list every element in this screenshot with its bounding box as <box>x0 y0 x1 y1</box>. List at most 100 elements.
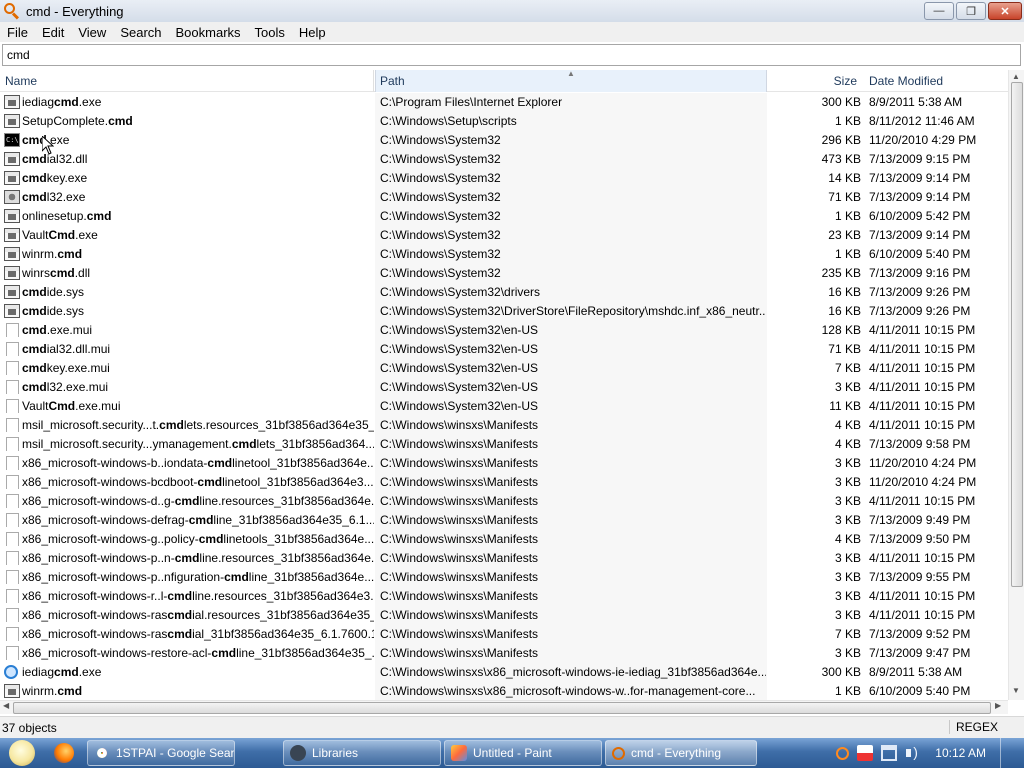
table-row[interactable]: onlinesetup.cmd C:\Windows\System32 1 KB 6/… <box>0 207 1008 226</box>
task-paint[interactable]: Untitled - Paint <box>444 740 602 766</box>
file-size: 14 KB <box>828 171 861 185</box>
table-row[interactable]: cmdkey.exe.mui C:\Windows\System32\en-US 7… <box>0 359 1008 378</box>
table-row[interactable]: msil_microsoft.security...t.cmdlets.reso… <box>0 416 1008 435</box>
start-button[interactable] <box>0 738 44 768</box>
menu-file[interactable]: File <box>0 25 35 40</box>
name-suffix: ial32.dll.mui <box>46 342 111 356</box>
file-size: 3 KB <box>834 494 861 508</box>
volume-icon[interactable] <box>905 744 921 761</box>
table-row[interactable]: iediagcmd.exe C:\Windows\winsxs\x86_micro… <box>0 663 1008 682</box>
table-row[interactable]: x86_microsoft-windows-bcdboot-cmdlinetoo… <box>0 473 1008 492</box>
minimize-button[interactable]: — <box>924 2 954 20</box>
table-row[interactable]: VaultCmd.exe.mui C:\Windows\System32\en-U… <box>0 397 1008 416</box>
table-row[interactable]: winrscmd.dll C:\Windows\System32 235 KB 7/1… <box>0 264 1008 283</box>
menu-help[interactable]: Help <box>292 25 333 40</box>
regex-indicator[interactable]: REGEX <box>948 720 998 734</box>
menu-search[interactable]: Search <box>113 25 168 40</box>
close-button[interactable]: ✕ <box>988 2 1022 20</box>
scroll-down-icon[interactable]: ▼ <box>1012 686 1020 695</box>
table-row[interactable]: x86_microsoft-windows-g..policy-cmdlinet… <box>0 530 1008 549</box>
exe-icon <box>4 684 20 698</box>
table-row[interactable]: cmdl32.exe C:\Windows\System32 71 KB 7/13/2… <box>0 188 1008 207</box>
table-row[interactable]: cmd.exe.mui C:\Windows\System32\en-US 128 … <box>0 321 1008 340</box>
table-row[interactable]: iediagcmd.exe C:\Program Files\Internet E… <box>0 93 1008 112</box>
maximize-button[interactable]: ❐ <box>956 2 986 20</box>
file-name: cmd.exe <box>22 131 374 150</box>
file-size: 296 KB <box>821 133 861 147</box>
table-row[interactable]: cmdial32.dll.mui C:\Windows\System32\en-U… <box>0 340 1008 359</box>
table-row[interactable]: x86_microsoft-windows-r..l-cmdline.resou… <box>0 587 1008 606</box>
scroll-right-icon[interactable]: ▶ <box>995 701 1001 710</box>
file-size: 4 KB <box>834 418 861 432</box>
file-path: C:\Windows\winsxs\Manifests <box>380 608 539 622</box>
table-row[interactable]: winrm.cmd C:\Windows\System32 1 KB 6/10/200… <box>0 245 1008 264</box>
table-row[interactable]: cmd.exe C:\Windows\System32 296 KB 11/20/20… <box>0 131 1008 150</box>
column-name[interactable]: Name <box>0 70 374 92</box>
file-size: 3 KB <box>834 380 861 394</box>
show-desktop-button[interactable] <box>1000 738 1014 768</box>
vertical-scroll-thumb[interactable] <box>1011 82 1023 587</box>
doc-icon <box>6 380 19 394</box>
task-chrome[interactable]: 1STPAI - Google Sear... <box>87 740 235 766</box>
table-row[interactable]: winrm.cmd C:\Windows\winsxs\x86_microsoft… <box>0 682 1008 700</box>
table-row[interactable]: msil_microsoft.security...ymanagement.cm… <box>0 435 1008 454</box>
scroll-left-icon[interactable]: ◀ <box>3 701 9 710</box>
name-prefix: Vault <box>22 228 49 242</box>
column-date-modified[interactable]: Date Modified <box>860 70 1008 92</box>
action-center-icon[interactable] <box>857 745 874 761</box>
scroll-up-icon[interactable]: ▲ <box>1012 72 1020 81</box>
task-everything[interactable]: cmd - Everything <box>605 740 757 766</box>
table-row[interactable]: cmdide.sys C:\Windows\System32\drivers 16 … <box>0 283 1008 302</box>
file-date-modified: 4/11/2011 10:15 PM <box>869 399 976 413</box>
chrome-icon <box>94 745 110 761</box>
network-icon[interactable] <box>881 745 898 761</box>
column-size[interactable]: Size <box>768 70 860 92</box>
file-name: VaultCmd.exe <box>22 226 374 245</box>
doc-icon <box>6 513 19 527</box>
name-prefix: winrm. <box>22 247 58 261</box>
search-input[interactable]: cmd <box>2 44 1021 66</box>
table-row[interactable]: SetupComplete.cmd C:\Windows\Setup\script… <box>0 112 1008 131</box>
menu-edit[interactable]: Edit <box>35 25 71 40</box>
window-controls: — ❐ ✕ <box>924 2 1022 20</box>
vertical-scrollbar[interactable]: ▲ ▼ <box>1008 70 1024 700</box>
horizontal-scroll-thumb[interactable] <box>13 702 991 714</box>
file-date-modified: 8/9/2011 5:38 AM <box>869 95 963 109</box>
clock[interactable]: 10:12 AM <box>935 746 986 760</box>
file-name: cmd.exe.mui <box>22 321 374 340</box>
table-row[interactable]: x86_microsoft-windows-rascmdial_31bf3856… <box>0 625 1008 644</box>
table-row[interactable]: VaultCmd.exe C:\Windows\System32 23 KB 7/13… <box>0 226 1008 245</box>
table-row[interactable]: x86_microsoft-windows-b..iondata-cmdline… <box>0 454 1008 473</box>
task-libraries[interactable]: Libraries <box>283 740 441 766</box>
file-size: 3 KB <box>834 589 861 603</box>
name-match-highlight: cmd <box>22 190 47 204</box>
everything-tray-icon[interactable] <box>836 746 850 760</box>
results-list: iediagcmd.exe C:\Program Files\Internet E… <box>0 93 1008 700</box>
exe-icon <box>4 228 20 242</box>
table-row[interactable]: cmdial32.dll C:\Windows\System32 473 KB 7/1… <box>0 150 1008 169</box>
table-row[interactable]: x86_microsoft-windows-rascmdial.resource… <box>0 606 1008 625</box>
horizontal-scrollbar[interactable]: ◀ ▶ <box>0 700 1008 714</box>
table-row[interactable]: cmdkey.exe C:\Windows\System32 14 KB 7/13/2… <box>0 169 1008 188</box>
doc-icon <box>6 608 19 622</box>
menu-bookmarks[interactable]: Bookmarks <box>169 25 248 40</box>
file-date-modified: 11/20/2010 4:29 PM <box>869 133 977 147</box>
name-match-highlight: cmd <box>207 456 233 470</box>
name-match-highlight: cmd <box>108 114 133 128</box>
table-row[interactable]: x86_microsoft-windows-restore-acl-cmdlin… <box>0 644 1008 663</box>
table-row[interactable]: cmdl32.exe.mui C:\Windows\System32\en-US 3… <box>0 378 1008 397</box>
table-row[interactable]: x86_microsoft-windows-p..n-cmdline.resou… <box>0 549 1008 568</box>
name-suffix: line.resources_31bf3856ad364e... <box>199 551 374 565</box>
table-row[interactable]: x86_microsoft-windows-p..nfiguration-cmd… <box>0 568 1008 587</box>
table-row[interactable]: x86_microsoft-windows-defrag-cmdline_31b… <box>0 511 1008 530</box>
table-row[interactable]: cmdide.sys C:\Windows\System32\DriverStor… <box>0 302 1008 321</box>
menu-view[interactable]: View <box>71 25 113 40</box>
file-path: C:\Windows\winsxs\Manifests <box>380 532 539 546</box>
firefox-pinned-button[interactable] <box>44 738 84 768</box>
file-name: x86_microsoft-windows-rascmdial_31bf3856… <box>22 625 374 644</box>
table-row[interactable]: x86_microsoft-windows-d..g-cmdline.resou… <box>0 492 1008 511</box>
file-size: 300 KB <box>821 665 861 679</box>
task-label: 1STPAI - Google Sear... <box>116 746 235 760</box>
libraries-icon <box>290 745 306 761</box>
menu-tools[interactable]: Tools <box>248 25 292 40</box>
